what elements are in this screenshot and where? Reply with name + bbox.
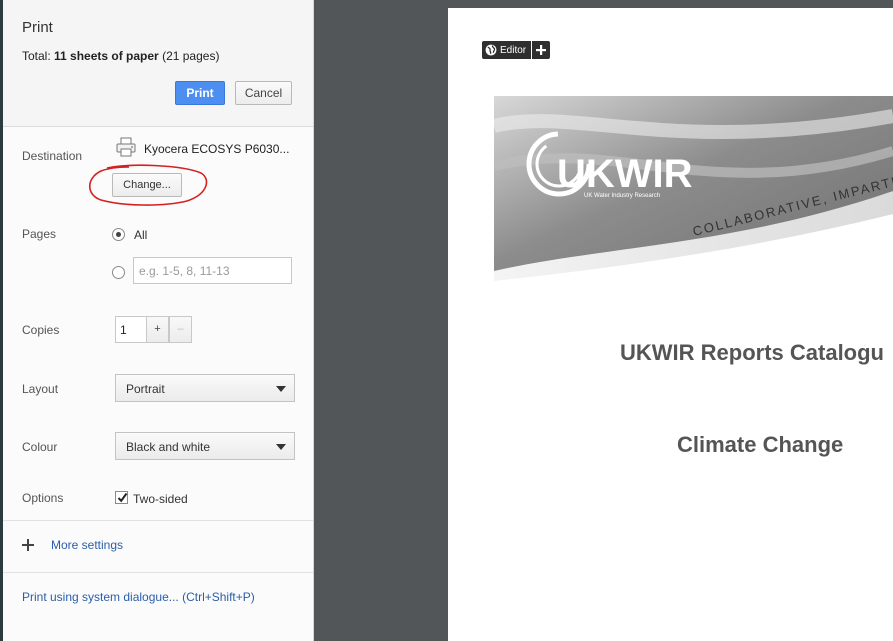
colour-select[interactable]: Black and white xyxy=(115,432,295,460)
pages-all-label: All xyxy=(134,228,148,242)
pages-label: Pages xyxy=(22,227,57,241)
editor-label: Editor xyxy=(500,44,527,56)
ukwir-banner: UKWIR UK Water Industry Research COLLABO… xyxy=(494,96,893,281)
editor-add-button[interactable] xyxy=(532,41,551,59)
pages-range-radio[interactable] xyxy=(112,266,125,279)
logo-text: UKWIR xyxy=(557,152,693,196)
chevron-down-icon xyxy=(276,386,286,392)
divider xyxy=(3,572,313,573)
annotation-circle xyxy=(88,164,208,206)
options-label: Options xyxy=(22,491,64,505)
checkmark-icon xyxy=(117,492,128,503)
print-summary: Total: 11 sheets of paper (21 pages) xyxy=(22,49,219,63)
printer-name: Kyocera ECOSYS P6030... xyxy=(144,142,290,156)
destination-label: Destination xyxy=(22,149,83,163)
summary-prefix: Total: xyxy=(22,49,55,63)
system-dialog-link[interactable]: Print using system dialogue... (Ctrl+Shi… xyxy=(22,590,255,604)
copies-decrement-button[interactable]: – xyxy=(169,316,192,343)
document-title: UKWIR Reports Catalogu xyxy=(620,340,884,365)
plus-icon xyxy=(536,45,547,55)
editor-button[interactable]: Editor xyxy=(482,41,532,59)
colour-selected-value: Black and white xyxy=(126,440,211,454)
plus-icon[interactable] xyxy=(22,539,34,551)
preview-page: Editor UKWIR UK Water Industry Research … xyxy=(448,8,893,641)
summary-pages: (21 pages) xyxy=(158,49,220,63)
document-subtitle: Climate Change xyxy=(677,432,844,457)
chevron-down-icon xyxy=(276,444,286,450)
copies-increment-button[interactable]: + xyxy=(146,316,169,343)
dialog-title: Print xyxy=(22,19,53,36)
globe-icon xyxy=(485,44,497,56)
copies-label: Copies xyxy=(22,323,60,337)
two-sided-label: Two-sided xyxy=(133,492,188,506)
pages-all-radio[interactable] xyxy=(112,228,125,241)
copies-input[interactable]: 1 xyxy=(115,316,146,343)
colour-label: Colour xyxy=(22,440,58,454)
cancel-button[interactable]: Cancel xyxy=(235,81,292,105)
logo-subtext: UK Water Industry Research xyxy=(584,193,660,199)
summary-sheets: 11 sheets of paper xyxy=(54,49,159,63)
print-preview-area[interactable]: Editor UKWIR UK Water Industry Research … xyxy=(314,0,893,641)
sidebar-header: Print Total: 11 sheets of paper (21 page… xyxy=(3,0,313,127)
printer-icon xyxy=(116,137,136,157)
layout-label: Layout xyxy=(22,382,59,396)
layout-selected-value: Portrait xyxy=(126,382,165,396)
editor-badge[interactable]: Editor xyxy=(482,41,551,59)
layout-select[interactable]: Portrait xyxy=(115,374,295,402)
two-sided-checkbox[interactable] xyxy=(115,491,128,504)
pages-range-input[interactable] xyxy=(133,257,292,284)
print-settings-sidebar: Print Total: 11 sheets of paper (21 page… xyxy=(3,0,314,641)
divider xyxy=(3,520,313,521)
print-button[interactable]: Print xyxy=(175,81,225,105)
more-settings-link[interactable]: More settings xyxy=(51,538,123,552)
